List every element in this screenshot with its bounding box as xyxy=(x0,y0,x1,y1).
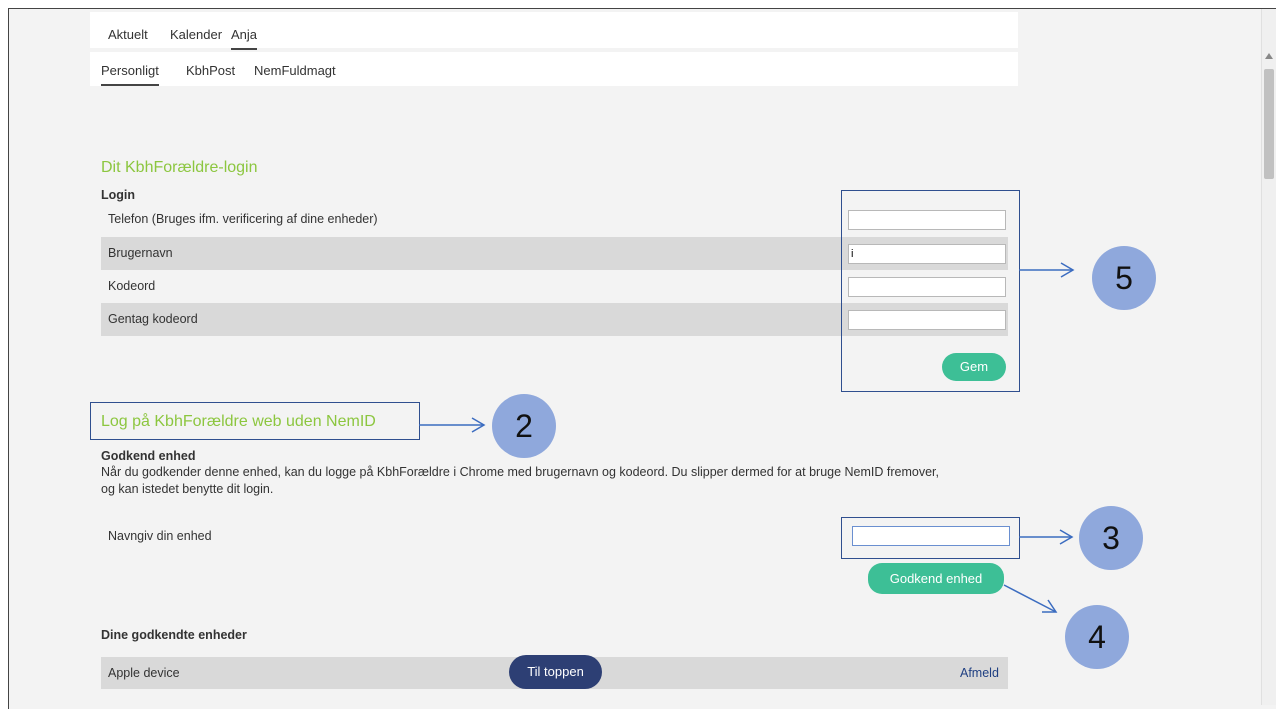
annotation-arrows xyxy=(419,262,1075,613)
arrow-icon-to-3 xyxy=(1019,529,1074,545)
annotation-number-3: 3 xyxy=(1079,506,1143,570)
annotation-number-2: 2 xyxy=(492,394,556,458)
annotation-number-4: 4 xyxy=(1065,605,1129,669)
annotation-number-5: 5 xyxy=(1092,246,1156,310)
arrow-icon-to-5 xyxy=(1019,262,1075,278)
arrow-icon-to-2 xyxy=(419,417,486,433)
arrow-icon-to-4 xyxy=(1003,584,1058,613)
